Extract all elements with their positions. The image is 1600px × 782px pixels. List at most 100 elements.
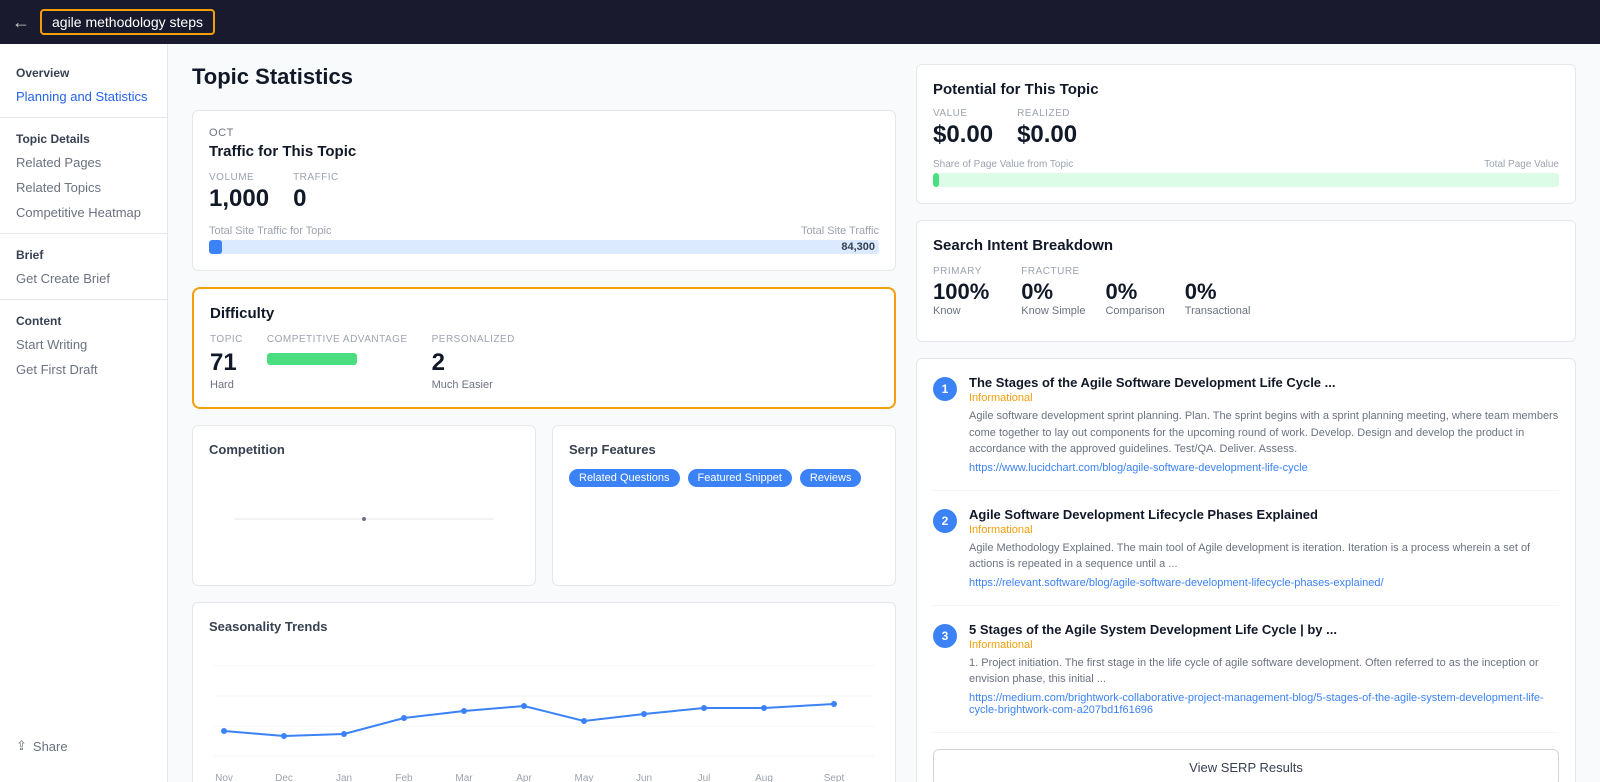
- topbar: ← agile methodology steps: [0, 0, 1600, 44]
- back-button[interactable]: ←: [12, 12, 30, 33]
- intent-f3-value: 0%: [1185, 279, 1251, 305]
- main-layout: Overview Planning and Statistics Topic D…: [0, 44, 1600, 782]
- topic-diff-sub: Hard: [210, 379, 243, 391]
- serp-content-2: Agile Software Development Lifecycle Pha…: [969, 507, 1559, 589]
- traffic-label: TRAFFIC: [293, 172, 339, 183]
- green-bar-labels: Share of Page Value from Topic Total Pag…: [933, 159, 1559, 170]
- intent-card: Search Intent Breakdown PRIMARY 100% Kno…: [916, 220, 1576, 342]
- seasonality-card: Seasonality Trends: [192, 602, 896, 782]
- comp-adv-metric: COMPETITIVE ADVANTAGE: [267, 334, 408, 365]
- serp-title-3[interactable]: 5 Stages of the Agile System Development…: [969, 622, 1559, 637]
- right-column: Potential for This Topic VALUE $0.00 REA…: [916, 64, 1576, 762]
- month-label: OCT: [209, 127, 879, 139]
- svg-text:Apr: Apr: [516, 773, 532, 782]
- left-column: Topic Statistics OCT Traffic for This To…: [192, 64, 896, 762]
- main-content: Topic Statistics OCT Traffic for This To…: [168, 44, 1600, 782]
- sidebar-item-related-topics[interactable]: Related Topics: [0, 175, 167, 200]
- intent-primary-value: 100%: [933, 279, 989, 305]
- bar-labels: Total Site Traffic for Topic Total Site …: [209, 225, 879, 237]
- topic-difficulty-metric: TOPIC 71 Hard: [210, 334, 243, 391]
- sidebar-item-related-pages[interactable]: Related Pages: [0, 150, 167, 175]
- potential-realized-label: REALIZED: [1017, 108, 1077, 119]
- serp-tag-reviews[interactable]: Reviews: [800, 469, 862, 487]
- sidebar-item-competitive-heatmap[interactable]: Competitive Heatmap: [0, 200, 167, 225]
- svg-text:Jun: Jun: [636, 773, 652, 782]
- sidebar-item-get-first-draft[interactable]: Get First Draft: [0, 357, 167, 382]
- sidebar-brief-label: Brief: [0, 242, 167, 266]
- difficulty-title: Difficulty: [210, 305, 878, 322]
- volume-value: 1,000: [209, 185, 269, 213]
- comp-adv-label: COMPETITIVE ADVANTAGE: [267, 334, 408, 345]
- sidebar-overview-label: Overview: [0, 60, 167, 84]
- svg-text:Jan: Jan: [336, 773, 352, 782]
- serp-url-1[interactable]: https://www.lucidchart.com/blog/agile-so…: [969, 462, 1559, 474]
- traffic-metric: TRAFFIC 0: [293, 172, 339, 213]
- share-label: Share: [33, 739, 68, 754]
- traffic-metrics: VOLUME 1,000 TRAFFIC 0: [209, 172, 879, 213]
- serp-title-1[interactable]: The Stages of the Agile Software Develop…: [969, 375, 1559, 390]
- serp-content-1: The Stages of the Agile Software Develop…: [969, 375, 1559, 474]
- intent-primary-section: PRIMARY 100% Know: [933, 266, 989, 317]
- intent-fracture-section: FRACTURE 0% Know Simple 0% Comparison: [1021, 266, 1250, 317]
- topic-diff-label: TOPIC: [210, 334, 243, 345]
- traffic-title: Traffic for This Topic: [209, 143, 879, 160]
- serp-features-title: Serp Features: [569, 442, 879, 457]
- serp-result-2: 2 Agile Software Development Lifecycle P…: [933, 507, 1559, 606]
- serp-tag-related-questions[interactable]: Related Questions: [569, 469, 680, 487]
- intent-know-simple: 0% Know Simple: [1021, 279, 1085, 317]
- serp-content-3: 5 Stages of the Agile System Development…: [969, 622, 1559, 716]
- serp-results-card: 1 The Stages of the Agile Software Devel…: [916, 358, 1576, 782]
- sidebar-item-get-create-brief[interactable]: Get Create Brief: [0, 266, 167, 291]
- intent-comparison: 0% Comparison: [1105, 279, 1164, 317]
- bar-right-label: Total Site Traffic: [801, 225, 879, 237]
- personalized-metric: PERSONALIZED 2 Much Easier: [432, 334, 515, 391]
- intent-fracture-section-label: FRACTURE: [1021, 266, 1250, 277]
- svg-text:Feb: Feb: [395, 773, 413, 782]
- view-serp-button[interactable]: View SERP Results: [933, 749, 1559, 782]
- sidebar-divider-1: [0, 117, 167, 118]
- serp-tag-featured-snippet[interactable]: Featured Snippet: [688, 469, 792, 487]
- serp-rank-3: 3: [933, 624, 957, 648]
- serp-url-2[interactable]: https://relevant.software/blog/agile-sof…: [969, 577, 1559, 589]
- traffic-value: 0: [293, 185, 339, 213]
- traffic-bar-fill: [209, 240, 222, 254]
- intent-primary-section-label: PRIMARY: [933, 266, 989, 277]
- seasonality-title: Seasonality Trends: [209, 619, 879, 634]
- sidebar-topic-details-label: Topic Details: [0, 126, 167, 150]
- serp-desc-3: 1. Project initiation. The first stage i…: [969, 655, 1559, 688]
- share-icon: ⇪: [16, 738, 27, 754]
- intent-f2-sub: Comparison: [1105, 305, 1164, 317]
- green-bar-track: [933, 173, 1559, 187]
- intent-f3-sub: Transactional: [1185, 305, 1251, 317]
- intent-f1-sub: Know Simple: [1021, 305, 1085, 317]
- sidebar-item-start-writing[interactable]: Start Writing: [0, 332, 167, 357]
- difficulty-card: Difficulty TOPIC 71 Hard COMPETITIVE ADV…: [192, 287, 896, 409]
- serp-result-1: 1 The Stages of the Agile Software Devel…: [933, 375, 1559, 491]
- green-bar-right-label: Total Page Value: [1484, 159, 1559, 170]
- serp-title-2[interactable]: Agile Software Development Lifecycle Pha…: [969, 507, 1559, 522]
- green-bar-left-label: Share of Page Value from Topic: [933, 159, 1073, 170]
- sidebar-share[interactable]: ⇪ Share: [0, 726, 167, 766]
- svg-text:Sept: Sept: [824, 773, 845, 782]
- competition-title: Competition: [209, 442, 519, 457]
- traffic-bar-container: Total Site Traffic for Topic Total Site …: [209, 225, 879, 254]
- intent-transactional: 0% Transactional: [1185, 279, 1251, 317]
- svg-text:May: May: [575, 773, 594, 782]
- green-bar-fill: [933, 173, 939, 187]
- serp-rank-1: 1: [933, 377, 957, 401]
- serp-url-3[interactable]: https://medium.com/brightwork-collaborat…: [969, 692, 1559, 716]
- competition-chart: [224, 479, 504, 559]
- intent-f1-value: 0%: [1021, 279, 1085, 305]
- potential-realized-amount: $0.00: [1017, 121, 1077, 149]
- competition-serp-section: Competition Serp Features Related Questi…: [192, 425, 896, 586]
- sidebar: Overview Planning and Statistics Topic D…: [0, 44, 168, 782]
- topic-diff-value: 71: [210, 349, 243, 377]
- svg-text:Nov: Nov: [215, 773, 233, 782]
- sidebar-divider-2: [0, 233, 167, 234]
- intent-primary-sub: Know: [933, 305, 989, 317]
- competition-card: Competition: [192, 425, 536, 586]
- serp-result-3: 3 5 Stages of the Agile System Developme…: [933, 622, 1559, 733]
- potential-value-label: VALUE: [933, 108, 993, 119]
- sidebar-item-planning[interactable]: Planning and Statistics: [0, 84, 167, 109]
- seasonality-chart: Nov Dec Jan Feb Mar Apr May Jun Jul Aug …: [209, 646, 879, 782]
